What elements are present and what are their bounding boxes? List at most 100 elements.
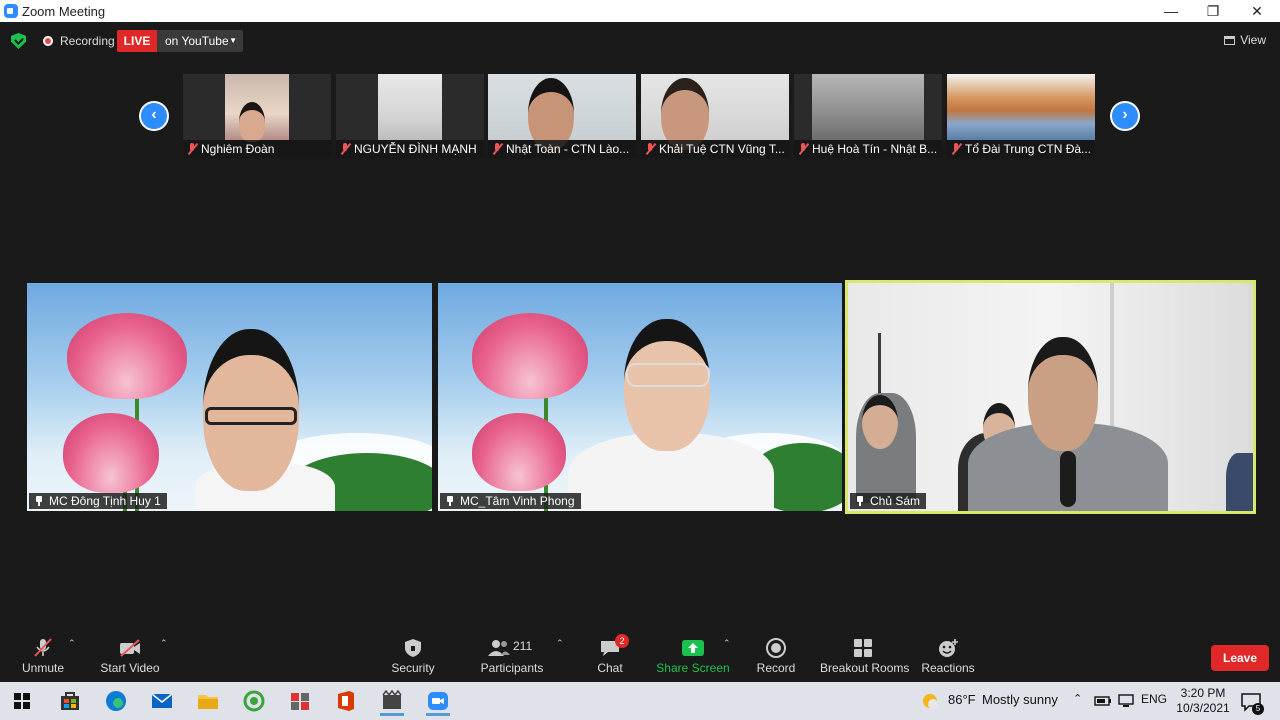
participant-name: MC Đông Tịnh Huy 1 [49, 494, 161, 508]
participant-name: Huệ Hoà Tín - Nhật B... [812, 142, 938, 156]
participant-video [641, 74, 789, 150]
breakout-rooms-button[interactable]: Breakout Rooms [820, 630, 910, 682]
clock[interactable]: 3:20 PM 10/3/2021 [1176, 686, 1230, 716]
tile-name-tag: MC Đông Tịnh Huy 1 [29, 493, 167, 509]
breakout-rooms-icon [851, 638, 875, 658]
zoom-logo-icon [4, 4, 18, 18]
next-page-button[interactable]: › [1110, 101, 1140, 131]
windows-start-icon[interactable] [10, 689, 34, 713]
meeting-info-bar: Recording LIVE on YouTube ▼ View [0, 22, 1280, 60]
os-taskbar: 86°F Mostly sunny ⌃ ENG 3:20 PM 10/3/202… [0, 682, 1280, 720]
previous-page-button[interactable]: ‹ [139, 101, 169, 131]
puzzle-app-icon[interactable] [288, 689, 312, 713]
start-video-button[interactable]: Start Video [98, 630, 162, 682]
restore-button[interactable]: ❐ [1190, 0, 1236, 22]
audio-options-chevron-icon[interactable]: ⌃ [68, 638, 76, 649]
weather-description[interactable]: Mostly sunny [982, 692, 1058, 707]
share-options-chevron-icon[interactable]: ⌃ [723, 638, 731, 649]
participant-name: Khải Tuệ CTN Vũng T... [659, 142, 785, 156]
participants-button[interactable]: 211 Participants [480, 630, 544, 682]
office-icon[interactable] [334, 689, 358, 713]
notifications-icon[interactable]: 5 [1240, 691, 1264, 715]
file-explorer-icon[interactable] [196, 689, 220, 713]
store-icon[interactable] [58, 689, 82, 713]
thumbnail-label: Khải Tuệ CTN Vũng T... [641, 140, 789, 158]
view-label: View [1240, 33, 1266, 47]
language-indicator[interactable]: ENG [1141, 692, 1167, 706]
unmute-button[interactable]: Unmute [14, 630, 72, 682]
breakout-rooms-label: Breakout Rooms [820, 661, 910, 675]
participants-options-chevron-icon[interactable]: ⌃ [556, 638, 564, 649]
record-button[interactable]: Record [756, 630, 796, 682]
share-screen-button[interactable]: Share Screen [656, 630, 730, 682]
participant-thumbnail[interactable]: Nhật Toàn - CTN Lào... [488, 74, 636, 158]
muted-mic-icon [492, 143, 502, 155]
recording-icon [43, 36, 53, 46]
minimize-button[interactable]: — [1148, 0, 1194, 22]
participant-name: Chủ Sám [870, 494, 921, 508]
view-button[interactable]: View [1224, 33, 1266, 47]
glasses-icon [205, 407, 297, 425]
participant-name: NGUYỄN ĐÌNH MẠNH [354, 142, 477, 156]
pin-icon [856, 496, 864, 506]
zoom-taskbar-icon[interactable] [426, 689, 450, 716]
security-label: Security [391, 661, 435, 675]
clock-date: 10/3/2021 [1176, 701, 1230, 715]
thumbnail-label: NGUYỄN ĐÌNH MẠNH [336, 140, 484, 158]
muted-mic-icon [187, 143, 197, 155]
share-screen-label: Share Screen [656, 661, 730, 675]
tray-chevron-up-icon[interactable]: ⌃ [1073, 692, 1082, 705]
chat-button[interactable]: 2 Chat [592, 630, 629, 682]
security-button[interactable]: Security [388, 630, 438, 682]
record-label: Record [756, 661, 796, 675]
mail-icon[interactable] [150, 689, 174, 713]
battery-icon[interactable] [1094, 694, 1112, 708]
lotus-flower [472, 313, 588, 399]
muted-mic-icon [31, 638, 55, 658]
close-button[interactable]: ✕ [1234, 0, 1280, 22]
weather-sun-icon[interactable] [920, 691, 940, 711]
reactions-smiley-icon [936, 638, 960, 658]
pin-icon [446, 496, 454, 506]
participant-thumbnail[interactable]: Nghiêm Đoàn [183, 74, 331, 158]
stream-target-dropdown[interactable]: on YouTube ▼ [157, 30, 243, 52]
encryption-shield-icon[interactable] [11, 33, 26, 49]
recording-label[interactable]: Recording [60, 34, 115, 48]
lotus-flower [67, 313, 187, 399]
participant-thumbnail[interactable]: Huệ Hoà Tín - Nhật B... [794, 74, 942, 158]
video-off-icon [118, 638, 142, 658]
edge-browser-icon[interactable] [104, 689, 128, 713]
video-tile[interactable]: MC_Tâm Vinh Phong [438, 283, 842, 511]
participant-video [488, 74, 636, 150]
lotus-flower [472, 413, 566, 491]
participant-thumbnail[interactable]: Khải Tuệ CTN Vũng T... [641, 74, 789, 158]
participant-body [1226, 453, 1253, 511]
tile-name-tag: MC_Tâm Vinh Phong [440, 493, 581, 509]
live-badge: LIVE [117, 30, 157, 52]
window-title: Zoom Meeting [22, 4, 106, 19]
muted-mic-icon [798, 143, 808, 155]
chevron-right-icon: › [1122, 106, 1128, 123]
network-icon[interactable] [1117, 694, 1135, 708]
view-grid-icon [1224, 36, 1236, 45]
chat-bubble-icon: 2 [598, 634, 629, 658]
participant-face [1028, 337, 1098, 451]
glasses-icon [626, 363, 710, 387]
tile-name-tag: Chủ Sám [850, 493, 927, 509]
chat-unread-badge: 2 [615, 634, 629, 648]
chevron-down-icon: ▼ [229, 36, 237, 45]
video-editor-icon[interactable] [380, 689, 404, 716]
participant-thumbnail[interactable]: Tổ Đài Trung CTN Đà... [947, 74, 1095, 158]
green-app-icon[interactable] [242, 689, 266, 713]
meeting-controls-toolbar: Unmute ⌃ Start Video ⌃ Security 211 Part… [0, 630, 1280, 682]
reactions-button[interactable]: Reactions [920, 630, 976, 682]
leave-button[interactable]: Leave [1211, 645, 1269, 671]
video-options-chevron-icon[interactable]: ⌃ [160, 638, 168, 649]
participant-thumbnail[interactable]: NGUYỄN ĐÌNH MẠNH [336, 74, 484, 158]
weather-temperature[interactable]: 86°F [948, 692, 976, 707]
video-tile[interactable]: MC Đông Tịnh Huy 1 [27, 283, 432, 511]
participant-face [862, 395, 898, 449]
muted-mic-icon [951, 143, 961, 155]
pin-icon [35, 496, 43, 506]
video-tile-active-speaker[interactable]: Chủ Sám [845, 280, 1256, 514]
